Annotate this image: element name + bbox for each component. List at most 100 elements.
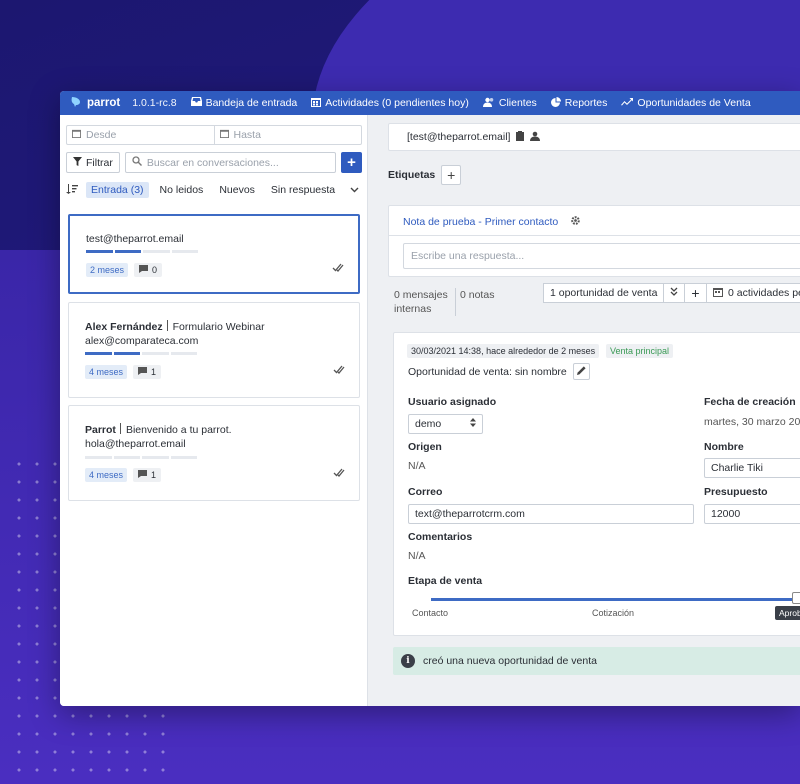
nav-inbox[interactable]: Bandeja de entrada bbox=[190, 97, 298, 109]
name-field[interactable]: Charlie Tiki bbox=[704, 458, 800, 478]
brand-name: parrot bbox=[87, 97, 121, 109]
internal-messages-line1: 0 mensajes bbox=[394, 289, 448, 301]
gear-icon[interactable] bbox=[570, 215, 581, 229]
time-badge: 2 meses bbox=[86, 263, 129, 277]
comments-label: Comentarios bbox=[408, 531, 473, 543]
budget-value: 12000 bbox=[711, 508, 741, 520]
nav-clients-label: Clientes bbox=[498, 97, 537, 109]
divider bbox=[389, 235, 800, 236]
conversation-subject: Bienvenido a tu parrot. bbox=[125, 424, 232, 436]
pie-chart-icon bbox=[550, 96, 561, 110]
name-value: Charlie Tiki bbox=[711, 462, 763, 474]
activity-text: creó una nueva oportunidad de venta bbox=[423, 655, 597, 667]
top-nav-bar: parrot 1.0.1-rc.8 Bandeja de entrada Act… bbox=[60, 91, 800, 115]
users-icon bbox=[482, 97, 495, 110]
conversation-progress bbox=[85, 352, 197, 355]
tab-new[interactable]: Nuevos bbox=[214, 182, 260, 198]
nav-clients[interactable]: Clientes bbox=[482, 97, 537, 110]
name-label: Nombre bbox=[704, 441, 744, 453]
conversation-card[interactable]: test@theparrot.email 2 meses 0 bbox=[68, 214, 360, 294]
conversation-card[interactable]: Parrot Bienvenido a tu parrot. hola@thepa… bbox=[68, 405, 360, 501]
opportunity-card: 30/03/2021 14:38, hace alrededor de 2 me… bbox=[393, 332, 800, 636]
nav-activities[interactable]: Actividades (0 pendientes hoy) bbox=[311, 97, 469, 110]
stage-approval-tooltip: Aprob bbox=[775, 606, 800, 620]
contact-header: [test@theparrot.email] bbox=[388, 123, 800, 151]
nav-activities-label: Actividades (0 pendientes hoy) bbox=[325, 97, 469, 109]
filter-button-label: Filtrar bbox=[86, 156, 113, 169]
assigned-user-value: demo bbox=[415, 418, 442, 430]
nav-inbox-label: Bandeja de entrada bbox=[205, 97, 298, 109]
date-to-field[interactable]: Hasta bbox=[213, 126, 362, 144]
created-date-label: Fecha de creación bbox=[704, 396, 796, 408]
search-input[interactable]: Buscar en conversaciones... bbox=[124, 152, 336, 173]
conversation-panel: Desde Hasta Filtrar Buscar en conversaci… bbox=[60, 115, 368, 706]
reply-input[interactable]: Escribe una respuesta... bbox=[403, 243, 800, 269]
time-badge: 4 meses bbox=[85, 365, 128, 379]
version-label: 1.0.1-rc.8 bbox=[132, 97, 177, 109]
message-count-badge: 0 bbox=[134, 263, 163, 277]
opportunity-timestamp: 30/03/2021 14:38, hace alrededor de 2 me… bbox=[407, 344, 600, 358]
conversation-meta: 4 meses 1 bbox=[85, 365, 162, 379]
filter-button[interactable]: Filtrar bbox=[66, 152, 120, 173]
activities-button-label: 0 actividades pe bbox=[728, 287, 800, 299]
budget-field[interactable]: 12000 bbox=[704, 504, 800, 524]
tags-label: Etiquetas bbox=[388, 169, 436, 181]
clipboard-icon[interactable] bbox=[516, 130, 525, 144]
internal-messages-line2: internas bbox=[394, 303, 432, 315]
reply-placeholder: Escribe una respuesta... bbox=[411, 250, 525, 262]
created-date-value: martes, 30 marzo 20 bbox=[704, 416, 800, 428]
conversation-header: Parrot Bienvenido a tu parrot. bbox=[85, 423, 232, 436]
tab-unread[interactable]: No leidos bbox=[155, 182, 209, 198]
collapse-button[interactable] bbox=[664, 283, 686, 303]
message-count-badge: 1 bbox=[133, 468, 162, 482]
conversation-sender: Parrot bbox=[85, 424, 116, 436]
opportunity-title: Oportunidad de venta: sin nombre bbox=[408, 365, 567, 378]
search-icon bbox=[132, 156, 142, 169]
edit-button[interactable] bbox=[572, 363, 590, 380]
note-title[interactable]: Nota de prueba - Primer contacto bbox=[403, 216, 558, 228]
date-from-field[interactable]: Desde bbox=[67, 126, 214, 144]
read-check-icon bbox=[332, 263, 344, 275]
origin-value: N/A bbox=[408, 460, 426, 472]
message-count: 0 bbox=[152, 265, 158, 275]
budget-label: Presupuesto bbox=[704, 486, 768, 498]
read-check-icon bbox=[333, 468, 345, 480]
conversation-meta: 2 meses 0 bbox=[86, 263, 163, 277]
note-header: Nota de prueba - Primer contacto bbox=[403, 215, 581, 229]
conversation-progress bbox=[86, 250, 198, 253]
email-field[interactable]: text@theparrotcrm.com bbox=[408, 504, 694, 524]
opportunity-title-row: Oportunidad de venta: sin nombre bbox=[408, 363, 590, 380]
stage-quote-label: Cotización bbox=[592, 608, 635, 618]
activities-button[interactable]: 0 actividades pe bbox=[706, 283, 800, 303]
tab-inbox[interactable]: Entrada (3) bbox=[86, 182, 149, 198]
conversation-email: test@theparrot.email bbox=[86, 233, 184, 245]
conversation-card[interactable]: Alex Fernández Formulario Webinar alex@co… bbox=[68, 302, 360, 398]
add-conversation-button[interactable]: + bbox=[341, 152, 362, 173]
tab-unanswered[interactable]: Sin respuesta bbox=[266, 182, 340, 198]
opportunities-button[interactable]: 1 oportunidad de venta bbox=[543, 283, 665, 303]
nav-reports-label: Reportes bbox=[564, 97, 608, 109]
search-placeholder: Buscar en conversaciones... bbox=[146, 156, 279, 169]
brand[interactable]: parrot bbox=[70, 96, 120, 111]
sales-stage-track[interactable] bbox=[431, 598, 800, 601]
add-opportunity-button[interactable]: + bbox=[685, 283, 707, 303]
user-icon[interactable] bbox=[530, 131, 541, 144]
conversation-email: hola@theparrot.email bbox=[85, 438, 186, 450]
info-icon: i bbox=[401, 654, 415, 668]
nav-reports[interactable]: Reportes bbox=[550, 96, 608, 110]
sort-icon[interactable] bbox=[66, 183, 78, 197]
app-window: parrot 1.0.1-rc.8 Bandeja de entrada Act… bbox=[60, 91, 800, 706]
nav-opportunities[interactable]: Oportunidades de Venta bbox=[621, 97, 751, 109]
sales-stage-handle[interactable] bbox=[792, 592, 800, 604]
calendar-icon bbox=[72, 129, 81, 141]
chevron-down-icon[interactable] bbox=[350, 184, 359, 196]
activity-log-item: i creó una nueva oportunidad de venta bbox=[393, 647, 800, 675]
pencil-icon bbox=[576, 365, 586, 378]
internal-messages-count: 0 mensajes internas bbox=[394, 288, 456, 316]
add-tag-button[interactable]: + bbox=[441, 165, 462, 185]
assigned-user-select[interactable]: demo bbox=[408, 414, 483, 434]
conversation-progress bbox=[85, 456, 197, 459]
read-check-icon bbox=[333, 365, 345, 377]
trend-line-icon bbox=[621, 97, 634, 109]
conversation-sender: Alex Fernández bbox=[85, 321, 163, 333]
